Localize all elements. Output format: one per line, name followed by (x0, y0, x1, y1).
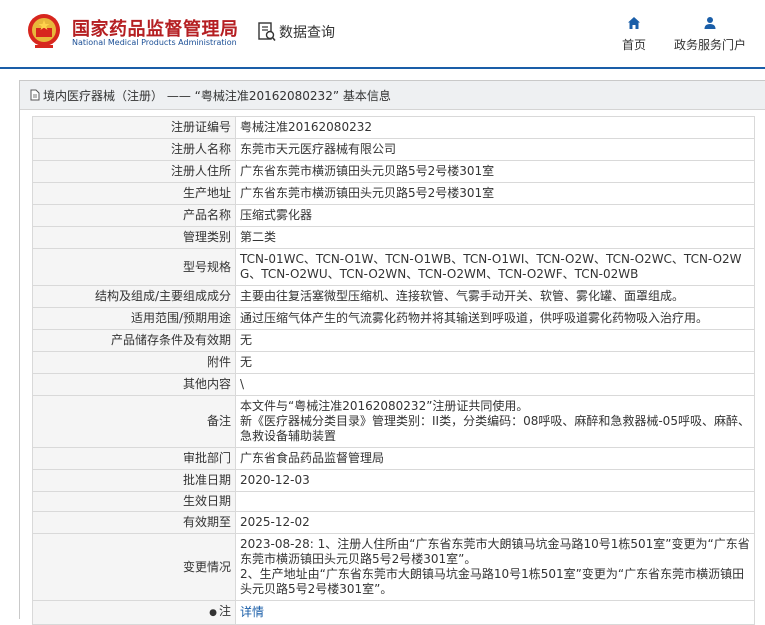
table-row: 备注 本文件与“粤械注准20162080232”注册证共同使用。 新《医疗器械分类… (32, 395, 755, 448)
field-label: 生效日期 (32, 491, 236, 512)
table-row: 生产地址 广东省东莞市横沥镇田头元贝路5号2号楼301室 (32, 182, 755, 205)
field-value: \ (235, 373, 755, 396)
table-row: 管理类别 第二类 (32, 226, 755, 249)
table-row: 审批部门 广东省食品药品监督管理局 (32, 447, 755, 470)
field-value: 2023-08-28: 1、注册人住所由“广东省东莞市大朗镇马坑金马路10号1栋… (235, 533, 755, 601)
table-row: 型号规格 TCN-01WC、TCN-O1W、TCN-O1WB、TCN-O1WI、T… (32, 248, 755, 286)
table-row: 其他内容 \ (32, 373, 755, 396)
table-row: 注册人名称 东莞市天元医疗器械有限公司 (32, 138, 755, 161)
field-value: 2020-12-03 (235, 469, 755, 492)
user-icon (704, 17, 716, 29)
field-value: 2025-12-02 (235, 511, 755, 534)
field-value (235, 491, 755, 512)
field-value: 第二类 (235, 226, 755, 249)
data-query-label: 数据查询 (279, 25, 335, 41)
table-row: 注册证编号 粤械注准20162080232 (32, 116, 755, 139)
table-row: 生效日期 (32, 491, 755, 512)
table-row: 注册人住所 广东省东莞市横沥镇田头元贝路5号2号楼301室 (32, 160, 755, 183)
nav-service-portal-label: 政务服务门户 (673, 38, 746, 52)
field-value: 粤械注准20162080232 (235, 116, 755, 139)
device-info-table: 注册证编号 粤械注准20162080232 注册人名称 东莞市天元医疗器械有限公司 注册… (32, 116, 755, 625)
field-label: 产品名称 (32, 204, 236, 227)
table-row: 有效期至 2025-12-02 (32, 511, 755, 534)
note-label-cell: ● 注 (32, 600, 236, 625)
data-query-link[interactable]: 数据查询 (258, 20, 335, 44)
field-value: 通过压缩气体产生的气流雾化药物并将其输送到呼吸道，供呼吸道雾化药物吸入治疗用。 (235, 307, 755, 330)
nav-home-link[interactable]: 首页 (620, 16, 648, 53)
data-query-icon (258, 22, 276, 42)
field-label: 备注 (32, 395, 236, 448)
field-value: 主要由往复活塞微型压缩机、连接软管、气雾手动开关、软管、雾化罐、面罩组成。 (235, 285, 755, 308)
field-label: 审批部门 (32, 447, 236, 470)
table-row: 批准日期 2020-12-03 (32, 469, 755, 492)
field-value: 无 (235, 329, 755, 352)
field-label: 产品储存条件及有效期 (32, 329, 236, 352)
field-label: 附件 (32, 351, 236, 374)
field-label: 批准日期 (32, 469, 236, 492)
field-label: 适用范围/预期用途 (32, 307, 236, 330)
table-row: 结构及组成/主要组成成分 主要由往复活塞微型压缩机、连接软管、气雾手动开关、软管、… (32, 285, 755, 308)
header-divider (0, 67, 765, 69)
table-row: 适用范围/预期用途 通过压缩气体产生的气流雾化药物并将其输送到呼吸道，供呼吸道雾化… (32, 307, 755, 330)
nav-service-portal-link[interactable]: 政务服务门户 (670, 16, 750, 53)
field-value: 广东省东莞市横沥镇田头元贝路5号2号楼301室 (235, 182, 755, 205)
table-row: 变更情况 2023-08-28: 1、注册人住所由“广东省东莞市大朗镇马坑金马路1… (32, 533, 755, 601)
note-value-cell: 详情 (235, 600, 755, 625)
table-row: 附件无 (32, 351, 755, 374)
field-label: 其他内容 (32, 373, 236, 396)
field-label: 型号规格 (32, 248, 236, 286)
breadcrumb-text: 境内医疗器械（注册） —— “粤械注准20162080232” 基本信息 (43, 88, 391, 103)
field-value: 东莞市天元医疗器械有限公司 (235, 138, 755, 161)
field-label: 注册证编号 (32, 116, 236, 139)
field-value: 广东省食品药品监督管理局 (235, 447, 755, 470)
breadcrumb: 境内医疗器械（注册） —— “粤械注准20162080232” 基本信息 (20, 81, 765, 110)
field-label: 注册人名称 (32, 138, 236, 161)
detail-panel: 境内医疗器械（注册） —— “粤械注准20162080232” 基本信息 注册证… (19, 80, 765, 625)
table-row-note: ● 注详情 (32, 600, 755, 625)
field-label: 结构及组成/主要组成成分 (32, 285, 236, 308)
note-label: 注 (218, 604, 231, 618)
details-link[interactable]: 详情 (240, 605, 264, 619)
field-label: 生产地址 (32, 182, 236, 205)
home-icon (628, 17, 640, 29)
table-row: 产品名称 压缩式雾化器 (32, 204, 755, 227)
field-label: 管理类别 (32, 226, 236, 249)
nav-home-label: 首页 (621, 38, 646, 52)
field-value: 本文件与“粤械注准20162080232”注册证共同使用。 新《医疗器械分类目录… (235, 395, 755, 448)
table-row: 产品储存条件及有效期无 (32, 329, 755, 352)
field-value: 压缩式雾化器 (235, 204, 755, 227)
document-icon (30, 89, 40, 101)
field-label: 有效期至 (32, 511, 236, 534)
field-value: TCN-01WC、TCN-O1W、TCN-O1WB、TCN-O1WI、TCN-O… (235, 248, 755, 286)
site-logo-subtitle: National Medical Products Administration (72, 38, 237, 47)
national-emblem-icon (28, 14, 60, 48)
field-label: 变更情况 (32, 533, 236, 601)
field-label: 注册人住所 (32, 160, 236, 183)
field-value: 无 (235, 351, 755, 374)
lightbulb-icon: ● (209, 608, 217, 618)
field-value: 广东省东莞市横沥镇田头元贝路5号2号楼301室 (235, 160, 755, 183)
site-header: 国家药品监督管理局 National Medical Products Admi… (0, 0, 765, 68)
